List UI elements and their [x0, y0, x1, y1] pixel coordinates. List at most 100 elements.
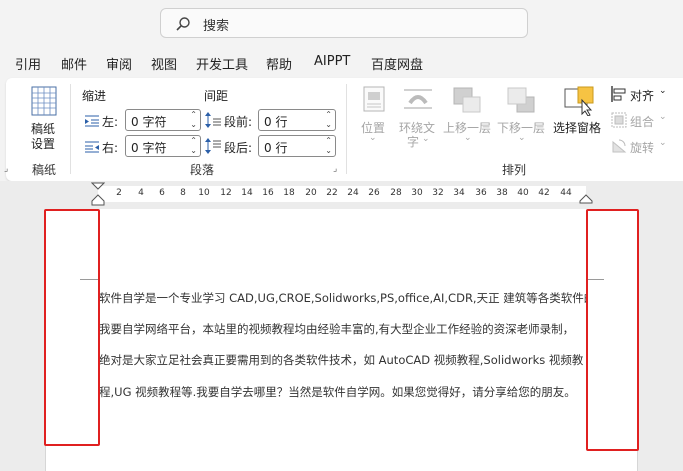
send-backward-button[interactable]: 下移一层 ⌄ [496, 86, 548, 156]
indent-right-value: 0 字符 [131, 141, 167, 155]
paragraph-dialog-launcher-icon[interactable]: ⌟ [333, 164, 337, 174]
group-objects-icon [611, 112, 627, 128]
ruler-number: 44 [560, 188, 572, 198]
manuscript-settings-button[interactable]: 稿纸 设置 [26, 84, 62, 154]
document-text-line[interactable]: 我要自学网络平台，本站里的视频教程均由经验丰富的,有大型企业工作经验的资深老师录… [99, 321, 587, 337]
indent-right-input[interactable]: 0 字符 ⌃ ⌄ [125, 135, 201, 157]
selection-pane-icon [564, 86, 594, 116]
left-margin-highlight [44, 209, 100, 446]
bring-forward-button[interactable]: 上移一层 ⌄ [442, 86, 494, 156]
manuscript-paper-icon [31, 86, 57, 116]
document-text-line[interactable]: 软件自学是一个专业学习 CAD,UG,CROE,Solidworks,PS,of… [99, 290, 587, 306]
tab-mailings[interactable]: 邮件 [61, 54, 87, 73]
ruler-number: 10 [198, 188, 210, 198]
rotate-button[interactable]: 旋转 ⌄ [609, 136, 679, 156]
dropdown-chevron-icon: ⌄ [369, 133, 377, 143]
document-text-line[interactable]: 程,UG 视频教程等.我要自学去哪里？当然是软件自学网。如果您觉得好，请分享给您… [99, 384, 587, 400]
spacing-before-icon [205, 112, 221, 128]
tab-references[interactable]: 引用 [15, 54, 41, 73]
position-button[interactable]: 位置 ⌄ [358, 86, 390, 148]
document-page[interactable] [45, 209, 638, 471]
search-icon [176, 17, 190, 31]
rotate-icon [612, 139, 627, 153]
wrap-text-label-line2: 字 [407, 135, 420, 149]
title-bar: 搜索 [0, 0, 683, 48]
ruler-number: 22 [326, 188, 338, 198]
spinner-arrows-icon[interactable]: ⌃ ⌄ [325, 136, 332, 156]
ruler-number: 18 [283, 188, 295, 198]
spacing-after-value: 0 行 [264, 141, 288, 155]
ruler-number: 38 [496, 188, 508, 198]
tab-review[interactable]: 审阅 [106, 54, 132, 73]
manuscript-dialog-launcher-icon[interactable]: ⌟ [4, 164, 8, 174]
dropdown-chevron-icon: ⌄ [659, 138, 667, 148]
tab-view[interactable]: 视图 [151, 54, 177, 73]
tab-baidu-netdisk[interactable]: 百度网盘 [371, 54, 423, 73]
ruler-number: 28 [390, 188, 402, 198]
group-label: 组合 [630, 115, 655, 129]
search-placeholder: 搜索 [203, 19, 230, 34]
indent-left-input[interactable]: 0 字符 ⌃ ⌄ [125, 109, 201, 131]
wrap-text-button[interactable]: 环绕文 字 ⌄ [397, 86, 439, 156]
align-label: 对齐 [630, 89, 655, 103]
manuscript-button-line2: 设置 [31, 137, 56, 151]
ruler-number: 32 [432, 188, 444, 198]
dropdown-chevron-icon: ⌄ [422, 134, 430, 144]
ruler-number: 4 [138, 188, 144, 198]
spinner-arrows-icon[interactable]: ⌃ ⌄ [190, 110, 197, 130]
tab-help[interactable]: 帮助 [266, 54, 292, 73]
dropdown-chevron-icon: ⌄ [659, 86, 667, 96]
spacing-before-input[interactable]: 0 行 ⌃ ⌄ [258, 109, 336, 131]
indent-left-icon [85, 115, 99, 127]
ruler-number: 42 [538, 188, 550, 198]
indent-header: 缩进 [82, 89, 107, 103]
right-indent-marker-icon[interactable] [579, 194, 593, 204]
arrange-group-label: 排列 [502, 163, 527, 177]
bring-forward-icon [453, 87, 481, 113]
align-icon [611, 86, 626, 102]
ruler-number: 34 [453, 188, 465, 198]
spacing-after-label: 段后: [224, 141, 253, 155]
group-button[interactable]: 组合 ⌄ [609, 110, 679, 130]
ruler-number: 30 [411, 188, 423, 198]
spacing-before-value: 0 行 [264, 115, 288, 129]
dropdown-chevron-icon: ⌄ [464, 133, 472, 143]
spinner-arrows-icon[interactable]: ⌃ ⌄ [325, 110, 332, 130]
horizontal-ruler[interactable]: 2 4 6 8 10 12 14 16 18 20 22 24 26 28 30… [98, 186, 586, 202]
ruler-number: 20 [305, 188, 317, 198]
ruler-number: 2 [116, 188, 122, 198]
send-backward-icon [507, 87, 535, 113]
ruler-number: 12 [220, 188, 232, 198]
ruler-number: 36 [475, 188, 487, 198]
ruler-number: 8 [180, 188, 186, 198]
ruler-number: 16 [262, 188, 274, 198]
dropdown-chevron-icon: ⌄ [518, 133, 526, 143]
paragraph-group-label: 段落 [190, 163, 215, 177]
spinner-arrows-icon[interactable]: ⌃ ⌄ [190, 136, 197, 156]
tab-developer[interactable]: 开发工具 [196, 54, 248, 73]
rotate-label: 旋转 [630, 141, 655, 155]
ruler-number: 24 [347, 188, 359, 198]
search-box[interactable]: 搜索 [160, 8, 528, 38]
document-text-line[interactable]: 绝对是大家立足社会真正要需用到的各类软件技术，如 AutoCAD 视频教程,So… [99, 352, 587, 368]
spacing-after-icon [205, 138, 221, 154]
menu-tabs: 引用 邮件 审阅 视图 开发工具 帮助 AIPPT 百度网盘 [0, 50, 683, 76]
left-indent-marker-icon[interactable] [91, 182, 105, 206]
selection-pane-label: 选择窗格 [553, 121, 602, 135]
wrap-text-icon [404, 89, 432, 109]
ruler-number: 40 [517, 188, 529, 198]
indent-right-label: 右: [102, 141, 119, 155]
right-margin-highlight [586, 209, 639, 451]
spacing-after-input[interactable]: 0 行 ⌃ ⌄ [258, 135, 336, 157]
tab-aippt[interactable]: AIPPT [314, 54, 350, 69]
selection-pane-button[interactable]: 选择窗格 [551, 86, 607, 148]
ruler-number: 6 [159, 188, 165, 198]
indent-left-value: 0 字符 [131, 115, 167, 129]
ribbon: 稿纸 设置 稿纸 ⌟ 缩进 间距 左: 0 字符 ⌃ ⌄ 右: 0 字符 ⌃ ⌄ 段… [4, 78, 683, 181]
indent-left-label: 左: [102, 115, 119, 129]
dropdown-chevron-icon: ⌄ [659, 112, 667, 122]
ribbon-separator [70, 84, 71, 174]
align-button[interactable]: 对齐 ⌄ [609, 84, 679, 104]
manuscript-group-label: 稿纸 [32, 163, 57, 177]
position-icon [363, 86, 385, 112]
